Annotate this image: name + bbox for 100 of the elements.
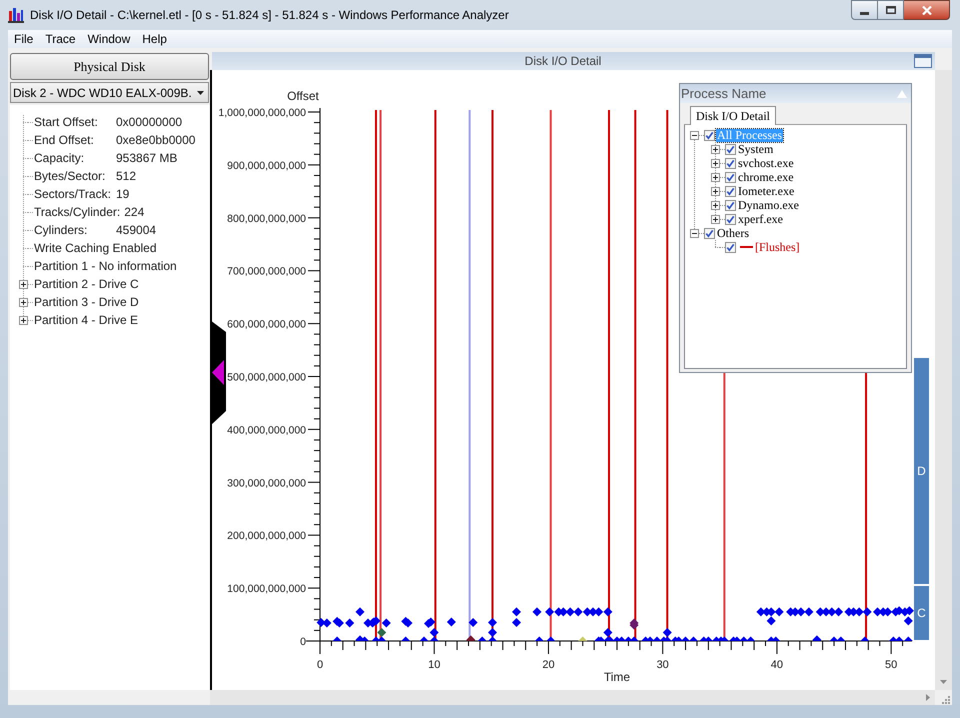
maximize-icon — [886, 6, 896, 14]
data-point — [766, 607, 776, 616]
expand-icon[interactable] — [711, 200, 720, 210]
data-point — [545, 607, 554, 616]
data-point — [578, 636, 588, 641]
collapse-icon[interactable] — [690, 228, 699, 238]
axis-tick-label: 900,000,000,000 — [227, 160, 306, 172]
expand-icon[interactable] — [711, 186, 720, 196]
tree-item[interactable]: Partition 2 - Drive C — [34, 275, 139, 293]
tree-item[interactable]: [Flushes] — [754, 240, 801, 254]
axis-tick-label: 500,000,000,000 — [227, 372, 306, 384]
expand-icon[interactable] — [711, 214, 720, 224]
physical-disk-button[interactable]: Physical Disk — [10, 53, 209, 80]
checkbox[interactable] — [725, 186, 736, 196]
data-point — [401, 636, 410, 641]
axis-tick-label: 800,000,000,000 — [227, 212, 306, 225]
expand-icon[interactable] — [711, 172, 720, 182]
data-point — [546, 636, 556, 641]
data-point — [774, 607, 784, 616]
tree-item[interactable]: Partition 4 - Drive E — [34, 311, 138, 329]
expand-icon[interactable] — [19, 316, 28, 324]
data-point — [404, 618, 412, 628]
property-value: 953867 MB — [116, 150, 178, 167]
expand-icon[interactable] — [711, 144, 720, 154]
collapse-icon[interactable] — [690, 130, 699, 140]
window-icon[interactable] — [914, 54, 932, 68]
data-point — [488, 618, 497, 627]
tree-item[interactable]: System — [737, 142, 774, 156]
data-point — [603, 607, 612, 616]
tree-item[interactable]: Others — [716, 226, 750, 240]
axis-tick-label: 30 — [656, 659, 669, 671]
panel-title: Disk I/O Detail — [524, 53, 602, 70]
partition-marker: D — [914, 358, 929, 584]
expand-icon[interactable] — [711, 158, 720, 168]
menu-item[interactable]: File — [8, 30, 40, 48]
property-label: End Offset: — [34, 132, 95, 149]
data-point — [534, 636, 544, 641]
expand-icon[interactable] — [19, 280, 28, 288]
property-label: Capacity: — [34, 150, 86, 167]
checkbox[interactable] — [704, 228, 715, 238]
legend-tab[interactable]: Disk I/O Detail — [690, 106, 776, 125]
property-value: 0x00000000 — [116, 114, 182, 131]
vertical-scrollbar[interactable] — [935, 70, 952, 690]
axis-title: Time — [604, 670, 630, 684]
checkbox[interactable] — [725, 214, 736, 224]
partition-marker: C — [914, 586, 929, 640]
data-point — [566, 607, 575, 616]
window-title: Disk I/O Detail - C:\kernel.etl - [0 s - 51.824 s] - 51.824 s - Windows Performance Analyzer — [30, 7, 509, 24]
data-point — [766, 616, 776, 626]
tree-item[interactable]: Partition 3 - Drive D — [34, 293, 139, 311]
checkbox[interactable] — [704, 130, 715, 140]
property-label: Bytes/Sector: — [34, 168, 106, 185]
tree-item[interactable]: xperf.exe — [737, 212, 784, 226]
menu-item[interactable]: Window — [82, 30, 136, 48]
caret-icon — [197, 90, 204, 94]
data-point — [332, 636, 342, 641]
resize-grip-icon[interactable] — [941, 695, 950, 704]
data-point — [834, 607, 844, 616]
data-point — [854, 607, 864, 616]
tree-item[interactable]: chrome.exe — [737, 170, 795, 184]
close-icon — [922, 6, 932, 14]
axis-tick-label: 0 — [316, 659, 324, 671]
axis-tick-label: 200,000,000,000 — [227, 530, 306, 542]
data-point — [812, 635, 822, 641]
tree-item[interactable]: svchost.exe — [737, 156, 795, 170]
scroll-right-icon[interactable] — [926, 694, 930, 701]
data-point — [883, 607, 892, 616]
horizontal-scrollbar[interactable] — [210, 690, 935, 705]
data-point — [334, 618, 344, 628]
axis-tick-label: 0 — [300, 636, 306, 648]
axis-tick-label: 600,000,000,000 — [227, 318, 306, 331]
menu-item[interactable]: Trace — [39, 30, 82, 48]
checkbox[interactable] — [725, 200, 736, 210]
data-point — [904, 606, 914, 616]
checkbox[interactable] — [725, 172, 736, 182]
tree-item[interactable]: Iometer.exe — [737, 184, 796, 198]
checkbox[interactable] — [725, 158, 736, 168]
data-point — [827, 607, 836, 616]
data-point — [322, 618, 332, 628]
tree-item: Partition 1 - No information — [34, 258, 177, 275]
data-point — [426, 618, 436, 626]
collapse-handle-icon[interactable] — [210, 320, 226, 426]
minimize-button[interactable] — [851, 0, 878, 20]
checkbox[interactable] — [725, 242, 736, 252]
scroll-down-icon[interactable] — [940, 680, 947, 684]
data-point — [594, 607, 604, 616]
menu-item[interactable]: Help — [136, 30, 173, 48]
data-point — [372, 616, 380, 626]
expand-icon[interactable] — [19, 298, 28, 306]
axis-tick-label: 300,000,000,000 — [227, 477, 306, 490]
checkbox[interactable] — [725, 144, 736, 154]
disk-dropdown[interactable]: Disk 2 - WDC WD10 EALX-009B. — [10, 82, 209, 103]
data-point — [468, 618, 478, 627]
close-button[interactable] — [904, 0, 950, 20]
app-icon — [8, 7, 24, 23]
axis-tick-label: 100,000,000,000 — [227, 583, 306, 596]
axis-tick-label: 400,000,000,000 — [227, 424, 306, 436]
maximize-button[interactable] — [878, 0, 904, 20]
data-point — [796, 607, 806, 616]
tree-item[interactable]: Dynamo.exe — [737, 198, 800, 212]
